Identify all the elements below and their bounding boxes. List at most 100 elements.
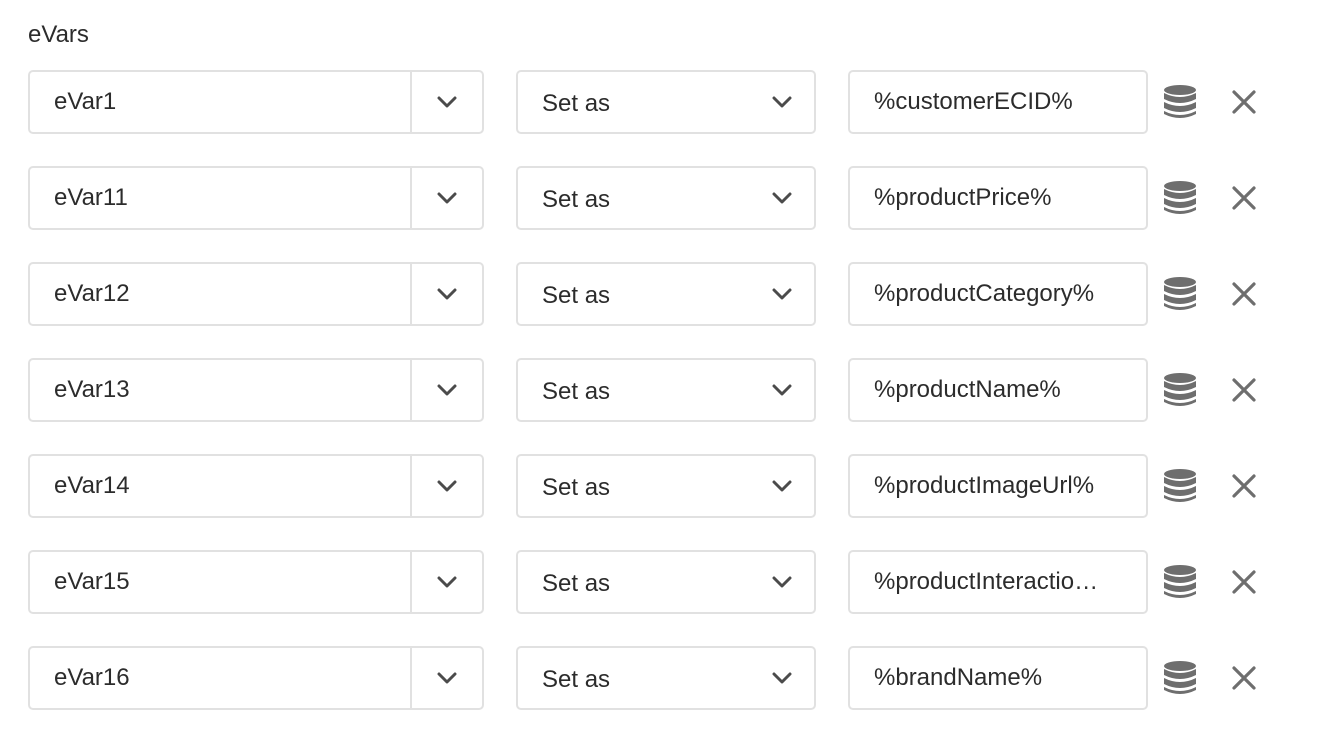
evar-combobox-toggle-button[interactable] (410, 456, 482, 516)
evar-row: eVar13 Set as %productName% (28, 358, 1288, 422)
evar-combobox[interactable]: eVar16 (28, 646, 484, 710)
remove-row-button[interactable] (1224, 466, 1264, 506)
evar-combobox-toggle-button[interactable] (410, 168, 482, 228)
value-textfield-text: %productInteractio… (874, 568, 1099, 595)
data-element-button[interactable] (1160, 370, 1200, 410)
chevron-down-icon (437, 288, 457, 300)
data-element-button[interactable] (1160, 466, 1200, 506)
evar-combobox[interactable]: eVar1 (28, 70, 484, 134)
evar-combobox-toggle-button[interactable] (410, 552, 482, 612)
action-select[interactable]: Set as (516, 70, 816, 134)
action-select[interactable]: Set as (516, 550, 816, 614)
evar-row: eVar16 Set as %brandName% (28, 646, 1288, 710)
chevron-down-icon (437, 96, 457, 108)
evar-combobox-input[interactable]: eVar14 (54, 456, 130, 516)
evar-combobox-input[interactable]: eVar16 (54, 648, 130, 708)
action-select-value: Set as (542, 90, 611, 117)
remove-row-button[interactable] (1224, 82, 1264, 122)
database-icon (1164, 469, 1196, 502)
section-title: eVars (28, 21, 89, 48)
action-select[interactable]: Set as (516, 166, 816, 230)
evar-row: eVar12 Set as %productCategory% (28, 262, 1288, 326)
evar-combobox-input[interactable]: eVar15 (54, 552, 130, 612)
evar-rows: eVar1 Set as %customerECID% eVar11 Set a… (28, 70, 1288, 742)
database-icon (1164, 277, 1196, 310)
action-select[interactable]: Set as (516, 646, 816, 710)
value-textfield[interactable]: %productImageUrl% (848, 454, 1148, 518)
value-textfield-text: %brandName% (874, 664, 1043, 691)
action-select[interactable]: Set as (516, 454, 816, 518)
value-textfield[interactable]: %productName% (848, 358, 1148, 422)
evar-row: eVar1 Set as %customerECID% (28, 70, 1288, 134)
close-icon (1232, 378, 1256, 402)
evar-combobox-toggle-button[interactable] (410, 648, 482, 708)
action-select-value: Set as (542, 474, 611, 501)
value-textfield-text: %productPrice% (874, 184, 1052, 211)
action-select[interactable]: Set as (516, 358, 816, 422)
value-textfield[interactable]: %productPrice% (848, 166, 1148, 230)
chevron-down-icon (772, 264, 792, 324)
database-icon (1164, 85, 1196, 118)
data-element-button[interactable] (1160, 658, 1200, 698)
value-textfield[interactable]: %productInteractio… (848, 550, 1148, 614)
value-textfield-text: %customerECID% (874, 88, 1073, 115)
evar-combobox[interactable]: eVar13 (28, 358, 484, 422)
data-element-button[interactable] (1160, 274, 1200, 314)
close-icon (1232, 186, 1256, 210)
value-textfield[interactable]: %productCategory% (848, 262, 1148, 326)
value-textfield-text: %productCategory% (874, 280, 1095, 307)
chevron-down-icon (772, 360, 792, 420)
chevron-down-icon (437, 192, 457, 204)
evar-combobox[interactable]: eVar12 (28, 262, 484, 326)
data-element-button[interactable] (1160, 82, 1200, 122)
database-icon (1164, 373, 1196, 406)
evar-row: eVar14 Set as %productImageUrl% (28, 454, 1288, 518)
data-element-button[interactable] (1160, 178, 1200, 218)
value-textfield-text: %productName% (874, 376, 1061, 403)
close-icon (1232, 474, 1256, 498)
value-textfield[interactable]: %customerECID% (848, 70, 1148, 134)
action-select[interactable]: Set as (516, 262, 816, 326)
database-icon (1164, 661, 1196, 694)
evar-combobox-toggle-button[interactable] (410, 72, 482, 132)
evar-combobox-toggle-button[interactable] (410, 264, 482, 324)
evar-row: eVar11 Set as %productPrice% (28, 166, 1288, 230)
evar-combobox[interactable]: eVar14 (28, 454, 484, 518)
close-icon (1232, 570, 1256, 594)
data-element-button[interactable] (1160, 562, 1200, 602)
remove-row-button[interactable] (1224, 562, 1264, 602)
chevron-down-icon (437, 672, 457, 684)
remove-row-button[interactable] (1224, 274, 1264, 314)
close-icon (1232, 282, 1256, 306)
evar-combobox-input[interactable]: eVar1 (54, 72, 116, 132)
action-select-value: Set as (542, 282, 611, 309)
chevron-down-icon (437, 576, 457, 588)
evar-combobox[interactable]: eVar15 (28, 550, 484, 614)
evar-combobox-input[interactable]: eVar13 (54, 360, 130, 420)
evar-row: eVar15 Set as %productInteractio… (28, 550, 1288, 614)
chevron-down-icon (772, 456, 792, 516)
chevron-down-icon (772, 72, 792, 132)
close-icon (1232, 90, 1256, 114)
database-icon (1164, 565, 1196, 598)
evar-combobox[interactable]: eVar11 (28, 166, 484, 230)
chevron-down-icon (772, 168, 792, 228)
remove-row-button[interactable] (1224, 370, 1264, 410)
action-select-value: Set as (542, 378, 611, 405)
remove-row-button[interactable] (1224, 178, 1264, 218)
chevron-down-icon (772, 648, 792, 708)
evar-combobox-input[interactable]: eVar12 (54, 264, 130, 324)
value-textfield-text: %productImageUrl% (874, 472, 1095, 499)
chevron-down-icon (437, 384, 457, 396)
action-select-value: Set as (542, 186, 611, 213)
action-select-value: Set as (542, 570, 611, 597)
chevron-down-icon (437, 480, 457, 492)
close-icon (1232, 666, 1256, 690)
action-select-value: Set as (542, 666, 611, 693)
chevron-down-icon (772, 552, 792, 612)
remove-row-button[interactable] (1224, 658, 1264, 698)
value-textfield[interactable]: %brandName% (848, 646, 1148, 710)
database-icon (1164, 181, 1196, 214)
evar-combobox-input[interactable]: eVar11 (54, 168, 128, 228)
evar-combobox-toggle-button[interactable] (410, 360, 482, 420)
